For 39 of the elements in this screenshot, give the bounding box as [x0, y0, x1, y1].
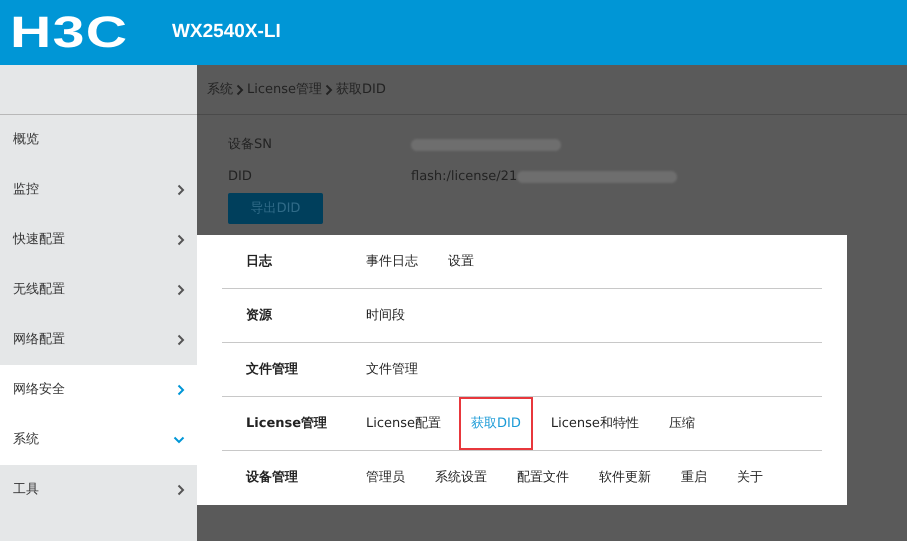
sidebar-item[interactable]: 网络安全 [0, 365, 197, 415]
chevron-right-icon [177, 184, 185, 196]
device-model: WX2540X-LI [172, 20, 281, 44]
sidebar-item[interactable]: 系统 [0, 415, 197, 465]
menu-group-label: 设备管理 [244, 469, 299, 488]
sidebar-item[interactable]: 概览 [0, 115, 197, 165]
chevron-right-icon [177, 484, 185, 496]
menu-group-label: 日志 [245, 252, 274, 271]
chevron-right-icon [177, 284, 185, 296]
menu-item[interactable]: 系统设置 [423, 451, 499, 505]
field-label: 设备SN [228, 136, 273, 154]
menu-group-label: 资源 [245, 306, 274, 325]
sidebar-item[interactable]: 无线配置 [0, 265, 197, 315]
menu-item[interactable]: 时间段 [354, 288, 417, 342]
chevron-down-icon [173, 436, 185, 444]
menu-item[interactable]: 配置文件 [505, 451, 581, 505]
menu-item[interactable]: 关于 [725, 451, 775, 505]
sidebar-item[interactable]: 工具 [0, 465, 197, 515]
menu-item[interactable]: License和特性 [538, 396, 651, 450]
menu-item[interactable]: 压缩 [656, 396, 707, 450]
chevron-right-icon [236, 84, 244, 96]
sidebar-item[interactable]: 网络配置 [0, 315, 197, 365]
menu-item[interactable]: 设置 [436, 234, 486, 288]
menu-group-label: 文件管理 [245, 360, 299, 379]
sidebar-item[interactable]: 快速配置 [0, 215, 197, 265]
menu-item[interactable]: 软件更新 [587, 451, 663, 505]
field-value: flash:/license/21 [411, 168, 518, 186]
menu-item[interactable]: License配置 [354, 396, 454, 450]
chevron-right-icon [177, 384, 185, 396]
chevron-right-icon [177, 334, 185, 346]
menu-group-label: License管理 [245, 414, 328, 433]
menu-item[interactable]: 重启 [669, 451, 719, 505]
chevron-right-icon [325, 84, 334, 96]
chevron-right-icon [177, 234, 185, 246]
field-label: DID [228, 168, 253, 186]
menu-item[interactable]: 事件日志 [354, 234, 430, 288]
menu-item[interactable]: 文件管理 [354, 342, 430, 396]
menu-item[interactable]: 管理员 [354, 451, 417, 505]
sidebar-item[interactable]: 监控 [0, 165, 197, 215]
